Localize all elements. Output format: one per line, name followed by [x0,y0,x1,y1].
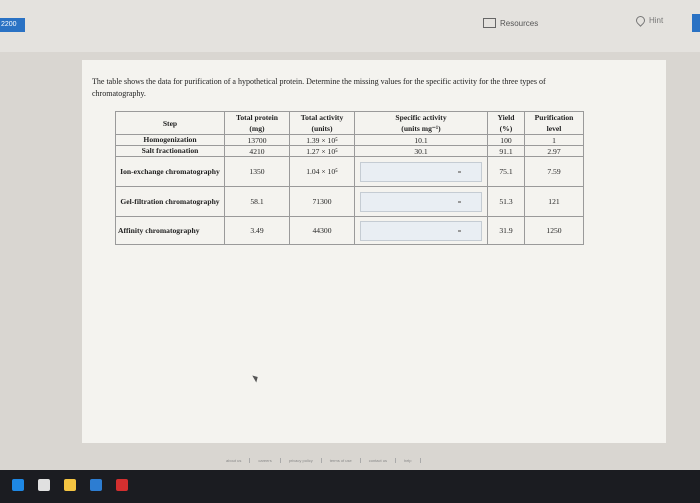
row-specific [354,156,488,187]
row-step: Salt fractionation [115,145,225,157]
purification-table: Step Total protein (mg) Total activity (… [115,111,584,245]
header-yield-unit: (%) [499,124,513,133]
score-badge: 2200 [0,18,25,32]
header-total-activity-unit: (units) [311,124,333,133]
row-purification: 1250 [524,216,584,245]
header-total-activity-label: Total activity [300,113,344,122]
footer-link[interactable]: privacy policy [281,458,322,463]
header-purification-unit: level [546,124,562,133]
row-specific [354,186,488,217]
header-purification-label: Purification [534,113,574,122]
row-step: Ion-exchange chromatography [115,156,225,187]
row-activity: 44300 [289,216,355,245]
row-activity: 1.04 × 10⁵ [289,156,355,187]
resources-button[interactable]: Resources [483,17,538,29]
row-yield: 100 [487,134,525,146]
row-activity: 1.39 × 10⁵ [289,134,355,146]
top-bar: 2200 Resources Hint [0,0,700,52]
row-yield: 31.9 [487,216,525,245]
row-purification: 7.59 [524,156,584,187]
table-row: Affinity chromatography 3.49 44300 31.9 … [115,216,584,245]
dropdown-icon [458,200,461,203]
row-protein: 3.49 [224,216,290,245]
row-protein: 4210 [224,145,290,157]
footer-link[interactable]: about us [218,458,251,463]
table-header-row: Step Total protein (mg) Total activity (… [115,111,584,135]
folder-icon[interactable] [38,479,50,491]
row-purification: 2.97 [524,145,584,157]
row-protein: 1350 [224,156,290,187]
header-specific-activity-label: Specific activity [395,113,447,122]
row-yield: 75.1 [487,156,525,187]
header-total-protein: Total protein (mg) [224,111,290,135]
office-icon[interactable] [116,479,128,491]
row-specific [354,216,488,245]
os-taskbar [0,470,700,503]
hint-icon [634,14,647,27]
specific-activity-input[interactable] [360,161,482,182]
table-row: Ion-exchange chromatography 1350 1.04 × … [115,156,584,187]
header-total-protein-label: Total protein [236,113,278,122]
header-total-protein-unit: (mg) [249,124,265,133]
specific-activity-input[interactable] [360,191,482,212]
header-purification: Purification level [524,111,584,135]
header-total-activity: Total activity (units) [289,111,355,135]
table-row: Salt fractionation 4210 1.27 × 10⁵ 30.1 … [115,145,584,157]
footer-link[interactable]: terms of use [322,458,361,463]
dropdown-icon [458,229,461,232]
app-icon[interactable] [90,479,102,491]
footer-link[interactable]: help [396,458,421,463]
hint-button[interactable]: Hint [634,14,664,27]
row-protein: 13700 [224,134,290,146]
dropdown-icon [458,170,461,173]
table-row: Homogenization 13700 1.39 × 10⁵ 10.1 100… [115,134,584,146]
footer-links: about us careers privacy policy terms of… [218,458,421,463]
header-specific-activity-unit: (units mg⁻¹) [401,124,441,133]
row-purification: 1 [524,134,584,146]
header-yield: Yield (%) [487,111,525,135]
row-activity: 1.27 × 10⁵ [289,145,355,157]
row-yield: 51.3 [487,186,525,217]
header-specific-activity: Specific activity (units mg⁻¹) [354,111,488,135]
specific-activity-input[interactable] [360,220,482,241]
header-yield-label: Yield [497,113,515,122]
row-specific: 30.1 [354,145,488,157]
row-step: Affinity chromatography [115,216,225,245]
footer-link[interactable]: careers [250,458,281,463]
row-yield: 91.1 [487,145,525,157]
hint-label: Hint [649,16,664,25]
row-protein: 58.1 [224,186,290,217]
question-text: The table shows the data for purificatio… [92,77,546,98]
store-icon[interactable] [64,479,76,491]
row-step: Homogenization [115,134,225,146]
row-purification: 121 [524,186,584,217]
row-activity: 71300 [289,186,355,217]
table-row: Gel-filtration chromatography 58.1 71300… [115,186,584,217]
edge-icon[interactable] [12,479,24,491]
side-tab[interactable] [692,14,700,32]
footer-link[interactable]: contact us [361,458,396,463]
row-specific: 10.1 [354,134,488,146]
resources-label: Resources [500,18,539,28]
resources-icon [483,18,496,28]
row-step: Gel-filtration chromatography [115,186,225,217]
header-step: Step [115,111,225,135]
